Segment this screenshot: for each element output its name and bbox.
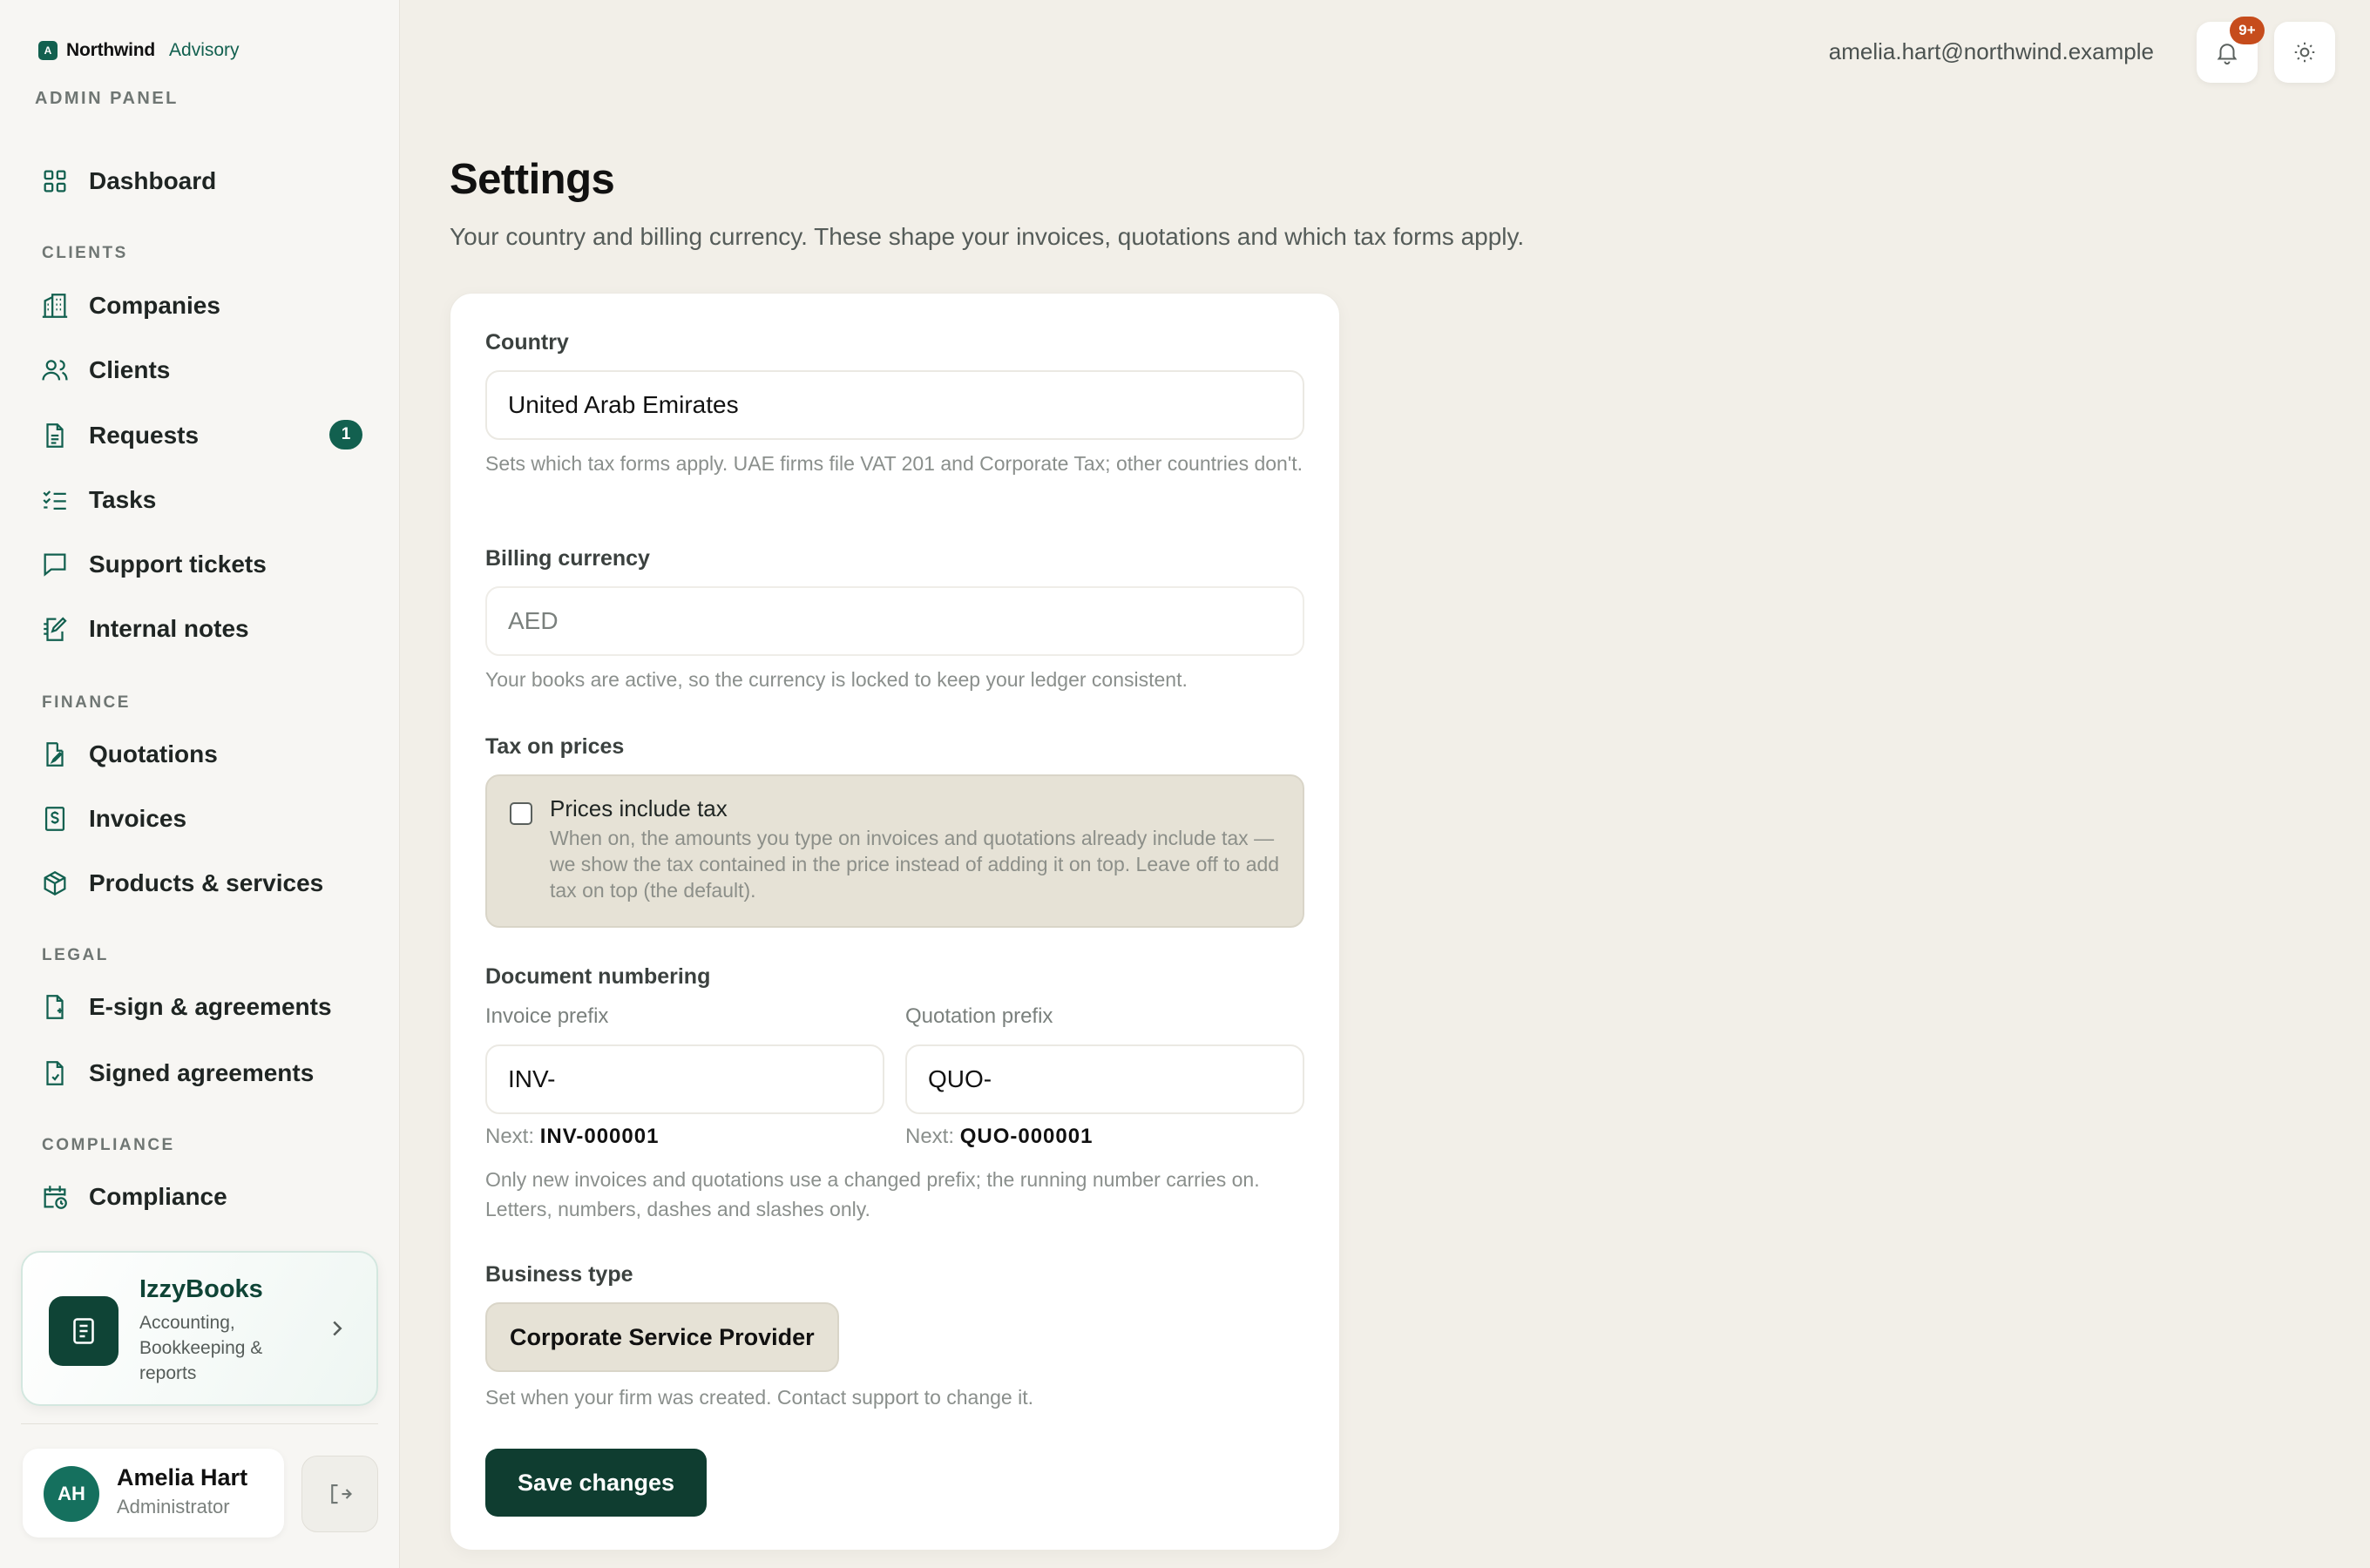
users-icon (42, 360, 68, 381)
grid-icon (44, 170, 66, 193)
sidebar-item-dashboard[interactable]: Dashboard (40, 164, 362, 199)
sidebar-item-label: Tasks (89, 486, 157, 513)
quotation-next-label: Next: (905, 1125, 955, 1148)
sidebar-item-label: Clients (89, 356, 171, 383)
quotation-next-number: Next: QUO-000001 (905, 1125, 1093, 1149)
user-name: Amelia Hart (117, 1464, 248, 1490)
business-type-value: Corporate Service Provider (485, 1302, 839, 1372)
izzybooks-title: IzzyBooks (139, 1275, 263, 1303)
country-select[interactable]: United Arab Emirates (485, 370, 1304, 440)
section-legal: LEGAL (42, 946, 109, 964)
prices-include-tax-label[interactable]: Prices include tax (550, 795, 728, 822)
sidebar-item-label: Compliance (89, 1183, 227, 1210)
section-finance: FINANCE (42, 693, 131, 712)
page-subtitle: Your country and billing currency. These… (450, 223, 1525, 250)
notifications-button[interactable]: 9+ (2197, 17, 2265, 83)
sidebar-item-requests[interactable]: Requests 1 (40, 418, 362, 453)
sidebar-item-label: Dashboard (89, 167, 217, 194)
user-role: Administrator (117, 1496, 230, 1517)
invoice-prefix-label: Invoice prefix (485, 1004, 609, 1028)
quotation-prefix-input[interactable]: QUO- (905, 1044, 1304, 1114)
page-title: Settings (450, 156, 615, 203)
sidebar-item-label: Products & services (89, 869, 324, 896)
sidebar-item-quotations[interactable]: Quotations (40, 737, 362, 772)
sidebar-item-label: E-sign & agreements (89, 993, 332, 1020)
izzybooks-card[interactable]: IzzyBooks Accounting, Bookkeeping & repo… (21, 1251, 378, 1406)
calendar-clock-icon (44, 1186, 67, 1209)
user-profile-card[interactable]: AH Amelia Hart Administrator (23, 1449, 284, 1538)
sidebar-item-signed-agreements[interactable]: Signed agreements (40, 1056, 362, 1091)
logout-button[interactable] (301, 1456, 378, 1532)
panel-label: ADMIN PANEL (35, 89, 179, 108)
package-icon (44, 870, 66, 896)
sidebar-item-tasks[interactable]: Tasks (40, 483, 362, 517)
receipt-icon (44, 807, 65, 831)
sidebar-item-esign[interactable]: E-sign & agreements (40, 990, 362, 1024)
document-icon (46, 423, 64, 448)
brand[interactable]: A Northwind Advisory (38, 40, 240, 61)
numbering-hint: Only new invoices and quotations use a c… (485, 1168, 1260, 1220)
prices-include-tax-checkbox[interactable] (510, 802, 532, 825)
building-icon (42, 294, 68, 318)
logout-icon (331, 1484, 353, 1504)
numbering-label: Document numbering (485, 964, 711, 989)
currency-field: AED (485, 586, 1304, 656)
business-type-hint: Set when your firm was created. Contact … (485, 1386, 1033, 1409)
prices-include-tax-description: When on, the amounts you type on invoice… (550, 827, 1280, 902)
sidebar-item-label: Internal notes (89, 615, 249, 642)
notebook-pen-icon (44, 617, 67, 641)
chat-bubble-icon (44, 553, 66, 577)
file-check-icon (46, 1061, 64, 1085)
sidebar-item-label: Signed agreements (89, 1059, 315, 1086)
section-clients: CLIENTS (42, 244, 128, 262)
checklist-icon (43, 490, 66, 510)
currency-label: Billing currency (485, 546, 650, 571)
sidebar-divider (21, 1423, 378, 1424)
user-email: amelia.hart@northwind.example (1828, 38, 2154, 64)
brand-sub: Advisory (169, 40, 240, 60)
sidebar-item-label: Invoices (89, 805, 187, 832)
currency-hint: Your books are active, so the currency i… (485, 668, 1188, 691)
country-hint: Sets which tax forms apply. UAE firms fi… (485, 452, 1304, 475)
avatar: AH (44, 1466, 99, 1522)
izzybooks-description: Accounting, Bookkeeping & reports (139, 1313, 263, 1383)
invoice-next-value: INV-000001 (539, 1125, 660, 1148)
sidebar: A Northwind Advisory ADMIN PANEL Dashboa… (0, 0, 400, 1568)
quotation-prefix-label: Quotation prefix (905, 1004, 1053, 1028)
save-button[interactable]: Save changes (485, 1449, 707, 1517)
invoice-prefix-input[interactable]: INV- (485, 1044, 884, 1114)
sidebar-item-companies[interactable]: Companies (40, 288, 362, 323)
sidebar-item-label: Support tickets (89, 551, 267, 578)
country-label: Country (485, 330, 569, 355)
requests-count-badge: 1 (329, 420, 362, 449)
invoice-next-label: Next: (485, 1125, 535, 1148)
sidebar-item-compliance[interactable]: Compliance (40, 1179, 362, 1214)
business-type-label: Business type (485, 1262, 633, 1287)
file-plus-icon (46, 995, 64, 1019)
sidebar-item-internal-notes[interactable]: Internal notes (40, 612, 362, 646)
sidebar-item-products-services[interactable]: Products & services (40, 866, 362, 901)
tax-option-box[interactable]: Prices include tax When on, the amounts … (485, 774, 1304, 928)
quotation-next-value: QUO-000001 (959, 1125, 1094, 1148)
sun-icon (2294, 42, 2315, 63)
brand-name: Northwind (66, 40, 156, 60)
book-icon (49, 1296, 118, 1366)
notification-count-badge: 9+ (2230, 17, 2265, 44)
sidebar-item-label: Requests (89, 422, 200, 449)
file-edit-icon (46, 742, 64, 767)
brand-logo: A (38, 41, 58, 60)
bell-icon (2217, 44, 2238, 65)
sidebar-item-invoices[interactable]: Invoices (40, 801, 362, 836)
tax-label: Tax on prices (485, 734, 625, 759)
sidebar-item-clients[interactable]: Clients (40, 353, 362, 388)
section-compliance: COMPLIANCE (42, 1136, 175, 1154)
chevron-right-icon (333, 1321, 342, 1336)
sidebar-item-support-tickets[interactable]: Support tickets (40, 547, 362, 582)
sidebar-item-label: Quotations (89, 740, 218, 767)
settings-card: Country United Arab Emirates Sets which … (450, 293, 1340, 1551)
theme-toggle-button[interactable] (2274, 22, 2335, 83)
invoice-next-number: Next: INV-000001 (485, 1125, 659, 1149)
sidebar-item-label: Companies (89, 292, 220, 319)
